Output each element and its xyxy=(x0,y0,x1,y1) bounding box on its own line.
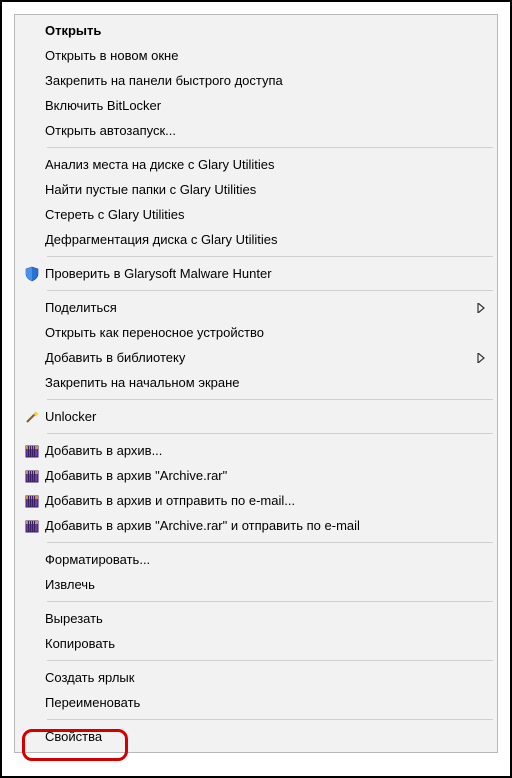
menu-label: Добавить в архив и отправить по e-mail..… xyxy=(45,493,477,508)
menu-item-glary-empty-folders[interactable]: Найти пустые папки с Glary Utilities xyxy=(17,177,495,202)
menu-item-format[interactable]: Форматировать... xyxy=(17,547,495,572)
shield-icon xyxy=(19,266,45,282)
rar-icon xyxy=(19,443,45,459)
menu-label: Поделиться xyxy=(45,300,477,315)
menu-item-rar-named-email[interactable]: Добавить в архив "Archive.rar" и отправи… xyxy=(17,513,495,538)
menu-label: Переименовать xyxy=(45,695,477,710)
menu-item-enable-bitlocker[interactable]: Включить BitLocker xyxy=(17,93,495,118)
menu-label: Копировать xyxy=(45,636,477,651)
menu-label: Проверить в Glarysoft Malware Hunter xyxy=(45,266,477,281)
separator xyxy=(47,433,493,434)
menu-label: Включить BitLocker xyxy=(45,98,477,113)
menu-label: Добавить в библиотеку xyxy=(45,350,477,365)
rar-icon xyxy=(19,493,45,509)
chevron-right-icon xyxy=(477,303,485,313)
menu-item-eject[interactable]: Извлечь xyxy=(17,572,495,597)
menu-item-open-autoplay[interactable]: Открыть автозапуск... xyxy=(17,118,495,143)
separator xyxy=(47,256,493,257)
menu-item-create-shortcut[interactable]: Создать ярлык xyxy=(17,665,495,690)
separator xyxy=(47,601,493,602)
menu-item-malware-hunter[interactable]: Проверить в Glarysoft Malware Hunter xyxy=(17,261,495,286)
menu-item-cut[interactable]: Вырезать xyxy=(17,606,495,631)
menu-item-rar-add-named[interactable]: Добавить в архив "Archive.rar" xyxy=(17,463,495,488)
menu-label: Закрепить на панели быстрого доступа xyxy=(45,73,477,88)
wand-icon xyxy=(19,409,45,425)
menu-label: Открыть xyxy=(45,23,477,38)
separator xyxy=(47,290,493,291)
menu-label: Форматировать... xyxy=(45,552,477,567)
menu-item-open[interactable]: Открыть xyxy=(17,18,495,43)
menu-item-rar-email[interactable]: Добавить в архив и отправить по e-mail..… xyxy=(17,488,495,513)
menu-item-rename[interactable]: Переименовать xyxy=(17,690,495,715)
menu-item-properties[interactable]: Свойства xyxy=(17,724,495,749)
menu-label: Добавить в архив "Archive.rar" xyxy=(45,468,477,483)
menu-label: Unlocker xyxy=(45,409,477,424)
menu-label: Извлечь xyxy=(45,577,477,592)
menu-item-add-library[interactable]: Добавить в библиотеку xyxy=(17,345,495,370)
menu-label: Добавить в архив... xyxy=(45,443,477,458)
menu-label: Дефрагментация диска с Glary Utilities xyxy=(45,232,477,247)
menu-item-share[interactable]: Поделиться xyxy=(17,295,495,320)
menu-item-rar-add[interactable]: Добавить в архив... xyxy=(17,438,495,463)
menu-label: Добавить в архив "Archive.rar" и отправи… xyxy=(45,518,477,533)
menu-label: Найти пустые папки с Glary Utilities xyxy=(45,182,477,197)
menu-label: Открыть как переносное устройство xyxy=(45,325,477,340)
menu-label: Создать ярлык xyxy=(45,670,477,685)
context-menu: Открыть Открыть в новом окне Закрепить н… xyxy=(14,14,498,753)
menu-label: Открыть в новом окне xyxy=(45,48,477,63)
menu-item-portable-device[interactable]: Открыть как переносное устройство xyxy=(17,320,495,345)
rar-icon xyxy=(19,468,45,484)
menu-label: Стереть с Glary Utilities xyxy=(45,207,477,222)
separator xyxy=(47,399,493,400)
menu-label: Свойства xyxy=(45,729,477,744)
separator xyxy=(47,660,493,661)
menu-label: Вырезать xyxy=(45,611,477,626)
menu-item-copy[interactable]: Копировать xyxy=(17,631,495,656)
rar-icon xyxy=(19,518,45,534)
chevron-right-icon xyxy=(477,353,485,363)
menu-label: Закрепить на начальном экране xyxy=(45,375,477,390)
menu-item-glary-analyze[interactable]: Анализ места на диске с Glary Utilities xyxy=(17,152,495,177)
separator xyxy=(47,542,493,543)
separator xyxy=(47,147,493,148)
menu-item-unlocker[interactable]: Unlocker xyxy=(17,404,495,429)
menu-label: Анализ места на диске с Glary Utilities xyxy=(45,157,477,172)
menu-item-pin-start[interactable]: Закрепить на начальном экране xyxy=(17,370,495,395)
menu-item-glary-wipe[interactable]: Стереть с Glary Utilities xyxy=(17,202,495,227)
menu-label: Открыть автозапуск... xyxy=(45,123,477,138)
window-frame: Открыть Открыть в новом окне Закрепить н… xyxy=(0,0,512,778)
menu-item-pin-quick-access[interactable]: Закрепить на панели быстрого доступа xyxy=(17,68,495,93)
separator xyxy=(47,719,493,720)
menu-item-open-new-window[interactable]: Открыть в новом окне xyxy=(17,43,495,68)
menu-item-glary-defrag[interactable]: Дефрагментация диска с Glary Utilities xyxy=(17,227,495,252)
